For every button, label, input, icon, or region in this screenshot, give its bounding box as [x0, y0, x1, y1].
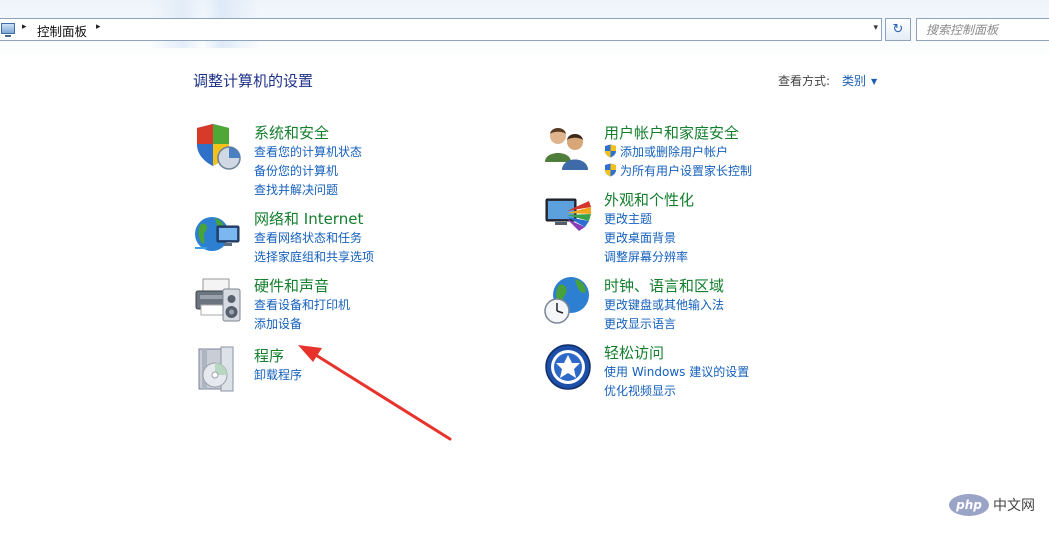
annotation-arrow	[298, 345, 452, 441]
watermark-text: 中文网	[993, 498, 1035, 514]
php-watermark: php 中文网	[949, 493, 1035, 517]
php-logo: php	[949, 494, 989, 516]
